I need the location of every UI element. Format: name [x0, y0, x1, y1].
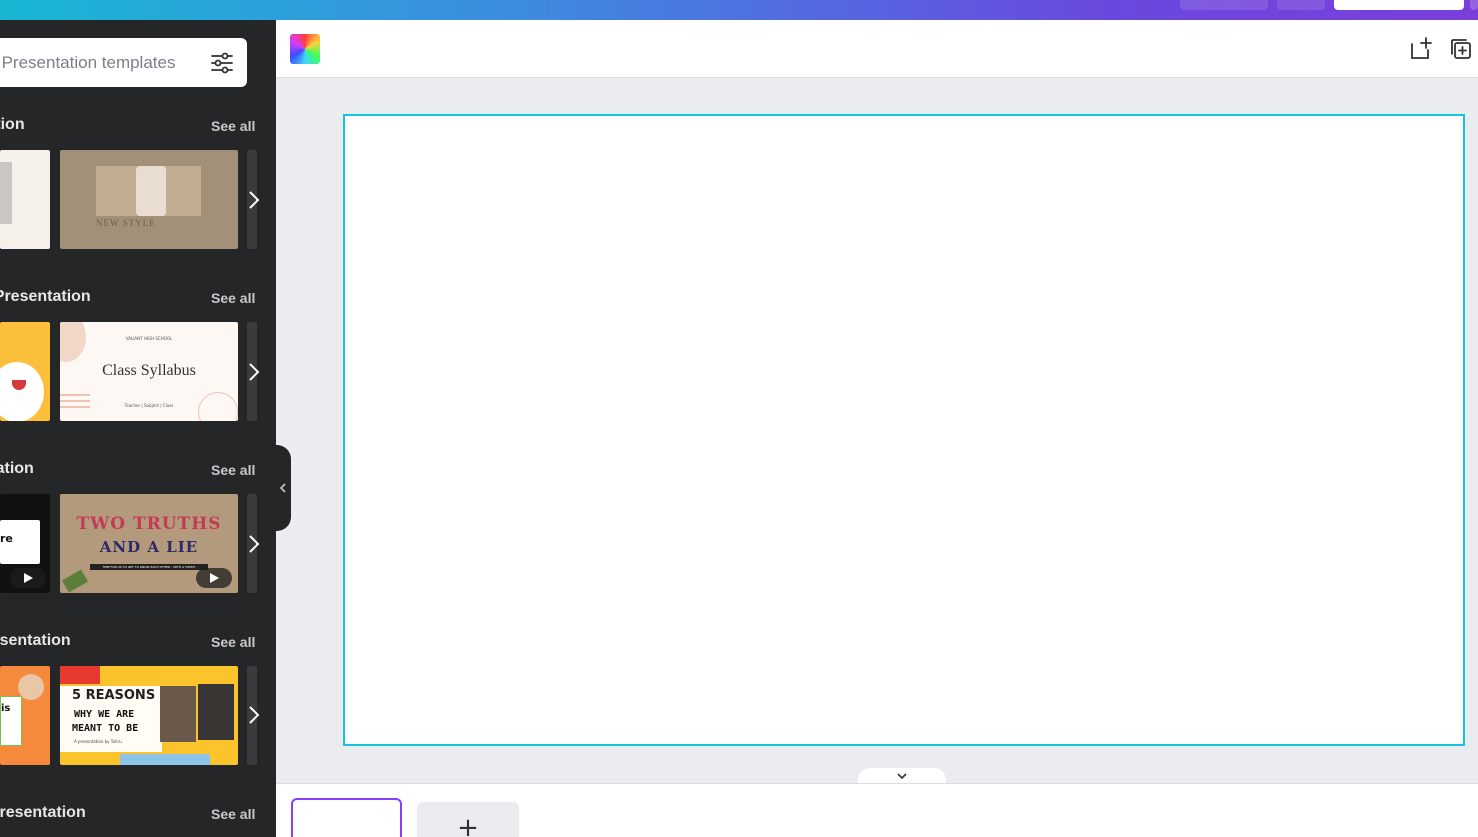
template-thumbnail[interactable]: [0, 150, 50, 249]
color-picker-icon[interactable]: [290, 34, 320, 64]
page-panel-toggle[interactable]: [858, 768, 946, 784]
section-title-minimalist: Minimalist Presentation: [0, 116, 25, 133]
see-all-brainstorm[interactable]: See all: [211, 806, 255, 822]
add-page-icon[interactable]: [1408, 36, 1434, 62]
add-page-button[interactable]: +: [417, 802, 519, 837]
chevron-right-icon[interactable]: [245, 189, 263, 211]
search-input[interactable]: [0, 38, 218, 87]
section-title-game: Game Presentation: [0, 460, 34, 477]
chevron-right-icon[interactable]: [245, 704, 263, 726]
template-text: re: [0, 532, 13, 545]
top-bar-button[interactable]: [1277, 0, 1325, 10]
top-bar-button[interactable]: [1470, 0, 1478, 10]
duplicate-page-icon[interactable]: [1448, 36, 1474, 62]
template-thumbnail-class-syllabus[interactable]: VALIANT HIGH SCHOOL Class Syllabus Teach…: [60, 322, 238, 421]
templates-panel: Minimalist Presentation See all NEW STYL…: [0, 20, 276, 837]
top-bar: [0, 0, 1478, 20]
template-title-line3: MEANT TO BE: [72, 723, 139, 734]
editor-toolbar: [276, 20, 1478, 78]
template-thumbnail[interactable]: is: [0, 666, 50, 765]
chevron-down-icon: [897, 773, 907, 780]
video-badge: [10, 568, 46, 588]
template-title-line2: AND A LIE: [99, 538, 199, 556]
page-thumbnail[interactable]: [291, 798, 402, 837]
design-canvas[interactable]: [343, 114, 1465, 746]
chevron-right-icon[interactable]: [245, 361, 263, 383]
template-search: [0, 38, 247, 87]
template-thumbnail[interactable]: [0, 322, 50, 421]
template-title: TWO TRUTHS: [76, 514, 222, 534]
template-thumbnail-five-reasons[interactable]: 5 REASONS WHY WE ARE MEANT TO BE A prese…: [60, 666, 238, 765]
template-title: 5 REASONS: [72, 688, 156, 703]
template-text: is: [1, 703, 11, 714]
template-school: VALIANT HIGH SCHOOL: [125, 336, 173, 341]
template-thumbnail-new-style[interactable]: NEW STYLE: [60, 150, 238, 249]
template-subtitle: TIME FOR US TO GET TO KNOW EACH OTHER - …: [90, 564, 208, 570]
template-thumbnail-two-truths[interactable]: TWO TRUTHS AND A LIE TIME FOR US TO GET …: [60, 494, 238, 593]
template-thumbnail[interactable]: re: [0, 494, 50, 593]
pages-bar: +: [276, 783, 1478, 837]
template-title: Class Syllabus: [102, 362, 196, 379]
collapse-panel-handle[interactable]: [276, 445, 291, 531]
share-button[interactable]: [1334, 0, 1464, 10]
filter-sliders-icon[interactable]: [210, 51, 234, 75]
template-title-line2: WHY WE ARE: [74, 709, 135, 720]
see-all-fashion[interactable]: See all: [211, 634, 255, 650]
top-bar-button[interactable]: [1180, 0, 1268, 10]
chevron-left-icon: [279, 483, 286, 493]
template-subtitle: A presentation by Tohru: [74, 739, 122, 744]
see-all-minimalist[interactable]: See all: [211, 118, 255, 134]
see-all-education[interactable]: See all: [211, 290, 255, 306]
chevron-right-icon[interactable]: [245, 533, 263, 555]
section-title-education: Education Presentation: [0, 288, 91, 305]
video-badge: [196, 568, 232, 588]
see-all-game[interactable]: See all: [211, 462, 255, 478]
section-title-brainstorm: Brainstorm Presentation: [0, 804, 86, 821]
template-title: NEW STYLE: [96, 218, 156, 228]
section-title-fashion: Fashion Presentation: [0, 632, 71, 649]
template-subtitle: Teacher | Subject | Class: [124, 403, 174, 408]
